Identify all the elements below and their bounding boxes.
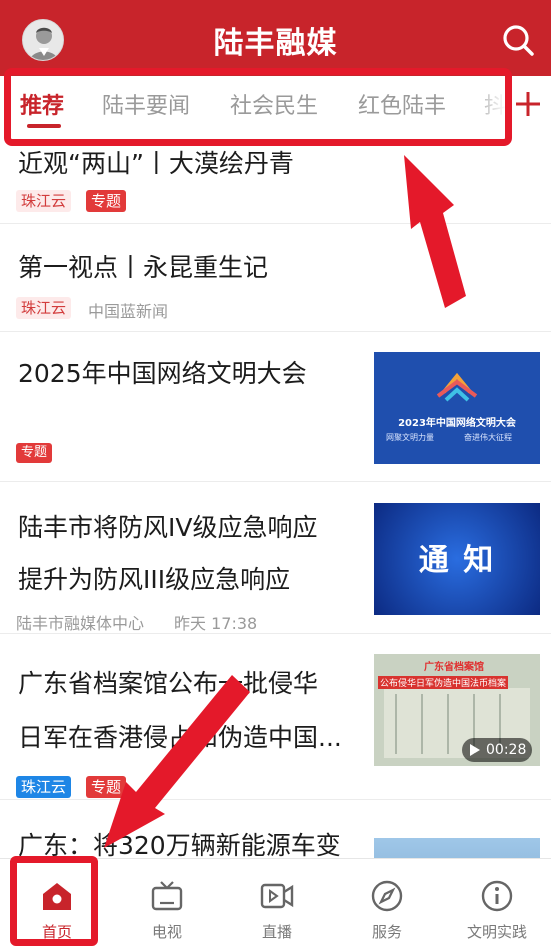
live-video-icon — [260, 879, 294, 913]
list-item[interactable]: 广东省档案馆公布一批侵华 日军在香港侵占和伪造中国... 珠江云 专题 广东省档… — [0, 634, 551, 800]
nav-label: 直播 — [261, 923, 292, 941]
news-source: 陆丰市融媒体中心 — [16, 614, 145, 633]
search-icon[interactable] — [500, 22, 536, 58]
list-item[interactable]: 2025年中国网络文明大会 专题 2023年中国网络文明大会 网聚文明力量 奋进… — [0, 332, 551, 482]
list-item[interactable]: 第一视点丨永昆重生记 珠江云 中国蓝新闻 — [0, 226, 551, 332]
video-duration-badge: 00:28 — [462, 738, 533, 762]
news-title: 广东：将320万辆新能源车变 — [18, 831, 341, 858]
nav-service[interactable]: 服务 — [332, 859, 442, 952]
app-title: 陆丰融媒 — [213, 26, 338, 61]
nav-tv[interactable]: 电视 — [112, 859, 222, 952]
thumbnail-slogan-left: 网聚文明力量 — [386, 433, 434, 442]
news-title-line2: 日军在香港侵占和伪造中国... — [18, 723, 342, 752]
list-item[interactable]: 近观“两山”丨大漠绘丹青 珠江云 专题 — [0, 146, 551, 224]
news-title-line2: 提升为防风III级应急响应 — [18, 565, 291, 594]
conference-logo-icon — [374, 352, 540, 464]
thumbnail-caption-top: 广东省档案馆 — [424, 662, 484, 673]
home-highlight-annotation — [10, 856, 98, 946]
topic-tag: 专题 — [86, 190, 127, 212]
news-title: 第一视点丨永昆重生记 — [18, 253, 269, 282]
news-time: 昨天 17:38 — [174, 614, 258, 633]
video-duration: 00:28 — [486, 742, 527, 758]
topic-tag: 专题 — [16, 443, 53, 463]
nav-label: 服务 — [371, 923, 402, 941]
thumbnail-heading: 通 知 — [418, 543, 496, 578]
news-title: 2025年中国网络文明大会 — [18, 359, 307, 388]
play-icon — [470, 744, 480, 756]
top-header: 陆丰融媒 — [0, 0, 551, 76]
nav-label: 电视 — [151, 923, 182, 941]
nav-live[interactable]: 直播 — [222, 859, 332, 952]
nav-label: 文明实践 — [466, 923, 527, 941]
source-tag: 珠江云 — [16, 190, 72, 212]
news-title-line1: 广东省档案馆公布一批侵华 — [18, 669, 319, 698]
source-tag: 珠江云 — [16, 297, 72, 319]
news-thumbnail[interactable]: 通 知 — [374, 503, 540, 615]
thumbnail-caption-main: 公布侵华日军伪造中国法币档案 — [378, 676, 509, 689]
info-icon — [480, 879, 514, 913]
list-item[interactable]: 陆丰市将防风IV级应急响应 提升为防风III级应急响应 陆丰市融媒体中心 昨天 … — [0, 482, 551, 634]
nav-civilization-practice[interactable]: 文明实践 — [442, 859, 551, 952]
plus-icon[interactable] — [512, 86, 544, 120]
news-title-line1: 陆丰市将防风IV级应急响应 — [18, 513, 318, 542]
app-screen: 陆丰融媒 推荐 陆丰要闻 社会民生 红色陆丰 抖 近观“两山”丨大漠绘丹青 珠江… — [0, 0, 551, 952]
list-item[interactable]: 广东：将320万辆新能源车变 — [0, 800, 551, 858]
news-source: 中国蓝新闻 — [88, 302, 169, 321]
source-tag: 珠江云 — [16, 776, 72, 798]
news-title: 近观“两山”丨大漠绘丹青 — [18, 149, 294, 178]
news-thumbnail[interactable] — [374, 838, 540, 858]
news-thumbnail[interactable]: 2023年中国网络文明大会 网聚文明力量 奋进伟大征程 — [374, 352, 540, 464]
news-video-thumbnail[interactable]: 广东省档案馆 公布侵华日军伪造中国法币档案 00:28 — [374, 654, 540, 766]
tv-icon — [150, 879, 184, 913]
thumbnail-heading: 2023年中国网络文明大会 — [398, 418, 516, 429]
tabs-highlight-annotation — [4, 68, 512, 146]
compass-icon — [370, 879, 404, 913]
topic-tag: 专题 — [86, 776, 127, 798]
news-feed[interactable]: 近观“两山”丨大漠绘丹青 珠江云 专题 第一视点丨永昆重生记 珠江云 中国蓝新闻… — [0, 146, 551, 858]
thumbnail-slogan-right: 奋进伟大征程 — [464, 433, 512, 442]
